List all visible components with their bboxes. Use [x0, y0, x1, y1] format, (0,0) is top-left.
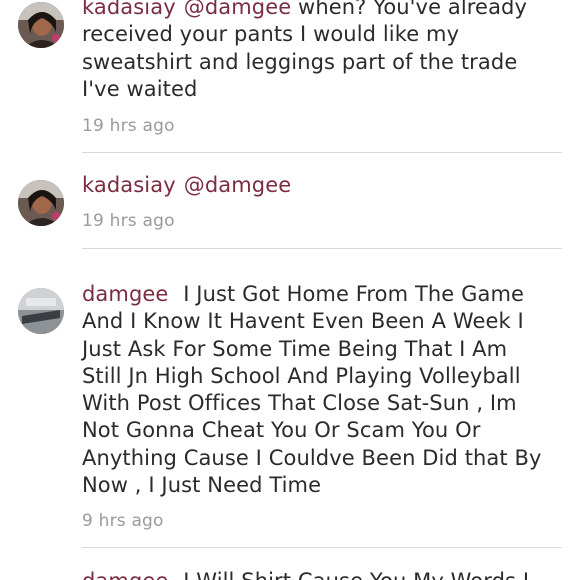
- comment-text: I Will Shirt Cause You My Words I: [183, 569, 529, 580]
- comment-timestamp: 9 hrs ago: [82, 511, 164, 531]
- comment-text: I Just Got Home From The Game And I Know…: [82, 282, 542, 498]
- avatar[interactable]: [18, 288, 64, 334]
- user-photo-icon: [18, 180, 64, 226]
- avatar[interactable]: [18, 180, 64, 226]
- avatar[interactable]: [18, 2, 64, 48]
- user-photo-icon: [18, 2, 64, 48]
- comment-divider: [82, 152, 562, 153]
- comment-username[interactable]: kadasiay: [82, 0, 176, 19]
- comment-mention[interactable]: @damgee: [184, 0, 292, 19]
- comment-username[interactable]: damgee: [82, 569, 168, 580]
- comment-mention[interactable]: @damgee: [184, 173, 292, 197]
- comment-username[interactable]: kadasiay: [82, 173, 176, 197]
- comment-divider: [82, 547, 562, 548]
- comment-username[interactable]: damgee: [82, 282, 168, 306]
- comment-divider: [82, 248, 562, 249]
- comment-timestamp: 19 hrs ago: [82, 116, 175, 136]
- comment-timestamp: 19 hrs ago: [82, 211, 175, 231]
- user-photo-icon: [18, 288, 64, 334]
